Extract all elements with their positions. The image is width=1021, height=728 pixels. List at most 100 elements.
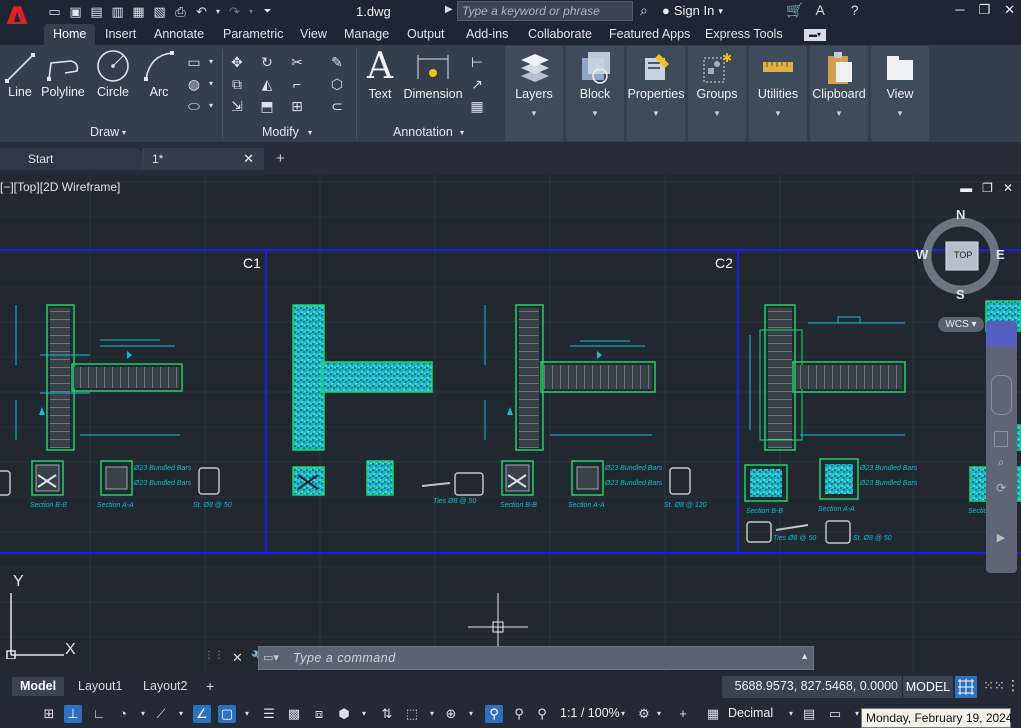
upload-icon[interactable]: ▦ <box>130 3 147 20</box>
tab-layout2[interactable]: Layout2 <box>135 677 195 696</box>
tab-home[interactable]: Home <box>44 24 96 45</box>
command-input[interactable]: Type a command <box>293 651 396 665</box>
circle-tool[interactable]: Circle <box>94 49 132 99</box>
annotation-visibility-icon[interactable]: ⚲ <box>485 705 503 723</box>
array-icon[interactable]: ⊞ <box>288 97 306 115</box>
isodraft-dropdown-icon[interactable]: ▾ <box>172 705 190 723</box>
coordinates-readout[interactable]: 5688.9573, 827.5468, 0.0000 <box>722 676 902 698</box>
redo-dropdown-icon[interactable]: ▾ <box>247 3 255 20</box>
trim-icon[interactable]: ✂ <box>288 53 306 71</box>
lock-ui-icon[interactable]: ▭ <box>826 705 844 723</box>
text-tool[interactable]: A Text <box>364 49 396 102</box>
command-line[interactable]: ▭▾ Type a command ▲ <box>258 646 814 670</box>
polar-dropdown-icon[interactable]: ▾ <box>134 705 152 723</box>
block-button[interactable]: Block ▼ <box>566 46 624 141</box>
add-layout-icon[interactable]: + <box>198 677 222 696</box>
status-menu-icon[interactable]: ⋮ <box>1006 677 1020 694</box>
tab-annotate[interactable]: Annotate <box>154 27 204 41</box>
isodraft-icon[interactable]: ⟋ <box>152 705 170 723</box>
qat-customize-icon[interactable]: ⏷ <box>259 3 276 20</box>
transparency-icon[interactable]: ▩ <box>285 705 303 723</box>
annotation-panel-dropdown-icon[interactable]: ▾ <box>460 128 464 137</box>
ortho-icon[interactable]: ∟ <box>90 705 108 723</box>
sign-in-button[interactable]: ● Sign In ▾ <box>662 3 723 18</box>
grid-toggle-icon[interactable] <box>955 676 977 698</box>
wcs-menu[interactable]: WCS ▾ <box>938 317 984 332</box>
workspace-dropdown-icon[interactable]: ▾ <box>650 705 668 723</box>
snap-icon[interactable]: ⊞ <box>40 705 58 723</box>
command-grip-icon[interactable]: ⋮⋮ <box>204 650 224 666</box>
gizmo-icon[interactable]: ⊕ <box>442 705 460 723</box>
command-close-icon[interactable]: ✕ <box>232 650 243 666</box>
cart-icon[interactable]: 🛒 <box>786 2 803 19</box>
showmotion-icon[interactable]: ▶ <box>992 531 1010 549</box>
annotation-scale-label[interactable]: 1:1 / 100% <box>560 706 620 720</box>
dynamic-ucs-icon[interactable]: ⇅ <box>378 705 396 723</box>
close-tab-icon[interactable]: ✕ <box>243 151 254 167</box>
rotate-icon[interactable]: ↻ <box>258 53 276 71</box>
object-snap-tracking-icon[interactable]: ∠ <box>193 705 211 723</box>
utilities-button[interactable]: Utilities ▼ <box>749 46 807 141</box>
quick-properties-icon[interactable]: ▤ <box>800 705 818 723</box>
open-icon[interactable]: ▣ <box>67 3 84 20</box>
annotation-panel-label[interactable]: Annotation <box>393 125 453 139</box>
infer-constraints-icon[interactable]: ⊥ <box>64 705 82 723</box>
search-input[interactable]: Type a keyword or phrase <box>457 1 633 21</box>
gizmo-dropdown-icon[interactable]: ▾ <box>462 705 480 723</box>
copy-icon[interactable]: ⧉ <box>228 75 246 93</box>
save-as-icon[interactable]: ▥ <box>109 3 126 20</box>
tab-express-tools[interactable]: Express Tools <box>705 27 783 41</box>
model-space-button[interactable]: MODEL <box>903 676 953 698</box>
undo-icon[interactable]: ↶ <box>193 3 210 20</box>
tab-manage[interactable]: Manage <box>344 27 389 41</box>
polyline-tool[interactable]: Polyline <box>40 49 86 99</box>
annotation-scale-icon[interactable]: ⚲ <box>533 705 551 723</box>
tab-insert[interactable]: Insert <box>105 27 136 41</box>
snap-mode-icon[interactable]: ⁙⁙ <box>983 678 1005 694</box>
polar-icon[interactable]: ◔ <box>114 705 132 723</box>
new-tab-icon[interactable]: + <box>276 150 285 167</box>
fillet-icon[interactable]: ⌐ <box>288 75 306 93</box>
compass-west[interactable]: W <box>916 247 928 262</box>
new-file-icon[interactable]: ▭ <box>46 3 63 20</box>
drawing-viewport[interactable]: [−][Top][2D Wireframe] ▬ ❐ ✕ C1 C2 Secti… <box>0 175 1021 673</box>
play-icon[interactable]: ▶ <box>445 4 453 15</box>
annotation-monitor-icon[interactable]: + <box>674 705 692 723</box>
3d-osnap-icon[interactable]: ⬢ <box>335 705 353 723</box>
redo-icon[interactable]: ↷ <box>226 3 243 20</box>
compass-north[interactable]: N <box>956 207 965 222</box>
zoom-icon[interactable]: ⌕ <box>992 455 1010 473</box>
mirror-icon[interactable]: ◭ <box>258 75 276 93</box>
view-button[interactable]: View ▼ <box>871 46 929 141</box>
hatch-icon[interactable]: ◍ <box>185 75 203 93</box>
close-icon[interactable]: ✕ <box>1004 2 1015 18</box>
rectangle-icon[interactable]: ▭ <box>185 53 203 71</box>
save-icon[interactable]: ▤ <box>88 3 105 20</box>
explode-icon[interactable]: ⬡ <box>328 75 346 93</box>
command-prompt-icon[interactable]: ▭▾ <box>263 651 279 664</box>
nav-bar-header[interactable] <box>986 321 1017 347</box>
tab-parametric[interactable]: Parametric <box>223 27 283 41</box>
compass-south[interactable]: S <box>956 287 965 302</box>
search-icon[interactable]: ⌕ <box>640 2 648 19</box>
properties-button[interactable]: Properties ▼ <box>627 46 685 141</box>
document-tab[interactable]: 1* ✕ <box>142 148 264 170</box>
clipboard-button[interactable]: Clipboard ▼ <box>810 46 868 141</box>
viewcube[interactable]: TOP N S E W <box>916 207 1005 302</box>
erase-icon[interactable]: ✎ <box>328 53 346 71</box>
lineweight-icon[interactable]: ☰ <box>260 705 278 723</box>
layers-button[interactable]: Layers ▼ <box>505 46 563 141</box>
line-tool[interactable]: Line <box>4 49 36 99</box>
tab-collaborate[interactable]: Collaborate <box>528 27 592 41</box>
minimize-icon[interactable]: ─ <box>955 2 964 18</box>
table-icon[interactable]: ▦ <box>468 97 486 115</box>
linear-dim-icon[interactable]: ⊢ <box>468 53 486 71</box>
modify-panel-label[interactable]: Modify <box>262 125 299 139</box>
start-tab[interactable]: Start <box>0 148 142 170</box>
offset-icon[interactable]: ⊂ <box>328 97 346 115</box>
groups-button[interactable]: ✱ Groups ▼ <box>688 46 746 141</box>
tab-featured-apps[interactable]: Featured Apps <box>609 27 690 41</box>
object-snap-dropdown-icon[interactable]: ▾ <box>238 705 256 723</box>
scale-icon[interactable]: ⬒ <box>258 97 276 115</box>
undo-dropdown-icon[interactable]: ▾ <box>214 3 222 20</box>
